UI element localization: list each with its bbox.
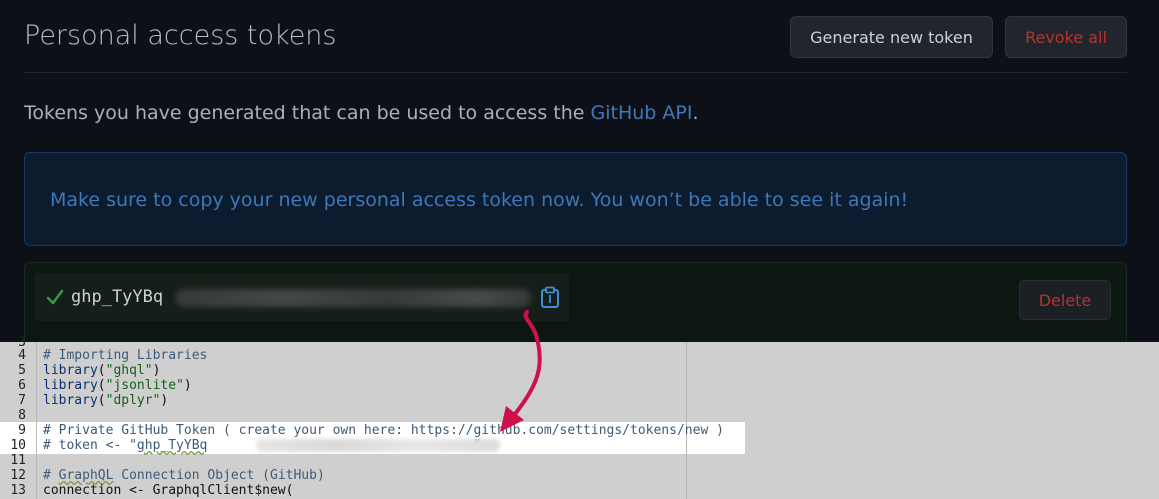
code-editor[interactable]: 3 4 # Importing Libraries 5 library("ghql") 6… <box>0 335 1159 499</box>
code-token: connection <- GraphqlClient$new( <box>43 483 294 498</box>
line-number: 5 <box>18 363 26 378</box>
code-token: "jsonlite" <box>105 378 184 393</box>
line-number: 4 <box>18 348 26 363</box>
flash-notice: Make sure to copy your new personal acce… <box>24 152 1127 246</box>
code-token: Connection Object (GitHub) <box>113 468 325 483</box>
line-code: # GraphQL Connection Object (GitHub) <box>43 468 325 483</box>
page-title: Personal access tokens <box>24 20 337 51</box>
code-token: # Private GitHub Token ( create your own… <box>43 423 724 438</box>
code-token: ( <box>97 393 106 408</box>
code-token: ghp_TyYBq <box>136 438 208 453</box>
code-token: ) <box>160 393 169 408</box>
line-code: library("jsonlite") <box>43 378 192 393</box>
github-api-link[interactable]: GitHub API <box>591 102 693 124</box>
line-number: 11 <box>10 453 26 468</box>
generate-new-token-button[interactable]: Generate new token <box>790 16 993 58</box>
revoke-all-button[interactable]: Revoke all <box>1005 16 1127 58</box>
code-token: # Importing Libraries <box>43 348 208 363</box>
description: Tokens you have generated that can be us… <box>24 102 699 124</box>
description-end: . <box>692 102 699 124</box>
gutter-separator <box>36 342 37 499</box>
code-token: "dplyr" <box>105 393 161 408</box>
code-token: ( <box>97 363 106 378</box>
line-code: # Private GitHub Token ( create your own… <box>43 423 724 438</box>
code-token: ( <box>97 378 106 393</box>
token-redacted-code <box>256 439 500 452</box>
token-settings-panel: Personal access tokens Generate new toke… <box>0 0 1159 352</box>
token-redacted <box>175 289 531 307</box>
line-number: 7 <box>18 393 26 408</box>
description-text: Tokens you have generated that can be us… <box>24 102 591 124</box>
code-token: ) <box>152 363 161 378</box>
clipboard-icon[interactable] <box>540 286 560 308</box>
line-code: library("dplyr") <box>43 393 168 408</box>
line-number: 9 <box>18 423 26 438</box>
line-number: 12 <box>10 468 26 483</box>
line-code: connection <- GraphqlClient$new( <box>43 483 293 498</box>
code-token: # <box>43 468 59 483</box>
line-number: 8 <box>18 408 26 423</box>
check-icon <box>46 289 64 305</box>
code-token: ) <box>183 378 192 393</box>
token-value: ghp_TyYBq <box>71 287 164 307</box>
code-token: "ghql" <box>105 363 153 378</box>
line-number: 13 <box>10 483 26 498</box>
code-token: library <box>43 378 98 393</box>
divider <box>24 72 1127 73</box>
line-code: # token <- "ghp_TyYBq " <box>43 438 500 453</box>
flash-message: Make sure to copy your new personal acce… <box>50 189 909 211</box>
code-token: library <box>43 363 98 378</box>
token-display: ghp_TyYBq <box>35 273 569 321</box>
new-token-row: ghp_TyYBq Delete <box>24 262 1127 352</box>
line-code: # Importing Libraries <box>43 348 207 363</box>
code-token: GraphQL <box>58 468 114 483</box>
line-number: 10 <box>10 438 26 453</box>
line-number: 6 <box>18 378 26 393</box>
code-token: # token <- " <box>43 438 137 453</box>
print-margin <box>686 342 687 499</box>
delete-token-button[interactable]: Delete <box>1019 280 1111 320</box>
code-token: library <box>43 393 98 408</box>
line-code: library("ghql") <box>43 363 160 378</box>
